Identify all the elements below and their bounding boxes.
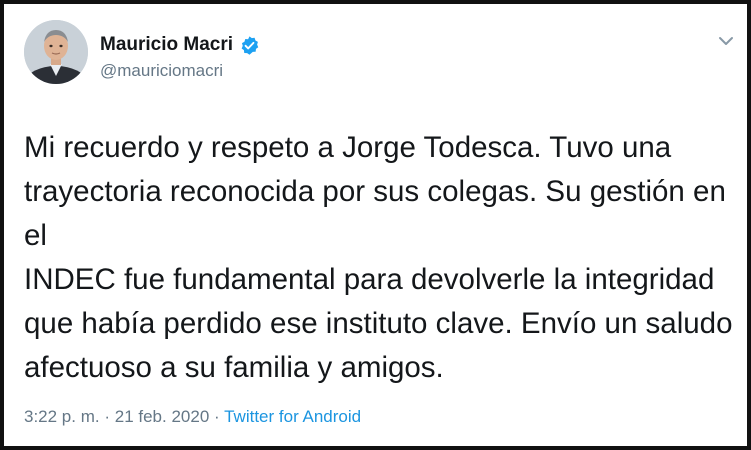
author-handle[interactable]: @mauriciomacri [100,61,223,81]
author-name-row: Mauricio Macri [100,34,260,56]
chevron-down-icon[interactable] [717,34,735,48]
tweet-time[interactable]: 3:22 p. m. [24,407,100,426]
tweet-text-line: Mi recuerdo y respeto a Jorge Todesca. T… [24,131,672,164]
tweet-date[interactable]: 21 feb. 2020 [115,407,210,426]
avatar[interactable] [24,20,88,84]
meta-separator: · [104,407,111,426]
tweet-text-line: INDEC fue fundamental para devolverle la… [24,263,715,296]
tweet-text-line: que había perdido ese instituto clave. E… [24,307,733,340]
tweet-text: Mi recuerdo y respeto a Jorge Todesca. T… [24,126,736,390]
tweet-text-line: afectuoso a su familia y amigos. [24,351,444,384]
tweet-source-link[interactable]: Twitter for Android [224,407,361,426]
profile-photo-icon [24,20,88,84]
meta-separator: · [214,407,220,426]
tweet-card: Mauricio Macri @mauriciomacri Mi recuerd… [0,0,751,450]
verified-badge-icon [239,35,260,56]
tweet-text-line: trayectoria reconocida por sus colegas. … [24,175,726,252]
author-display-name[interactable]: Mauricio Macri [100,34,233,56]
tweet-metadata: 3:22 p. m. · 21 feb. 2020 · Twitter for … [24,407,361,427]
